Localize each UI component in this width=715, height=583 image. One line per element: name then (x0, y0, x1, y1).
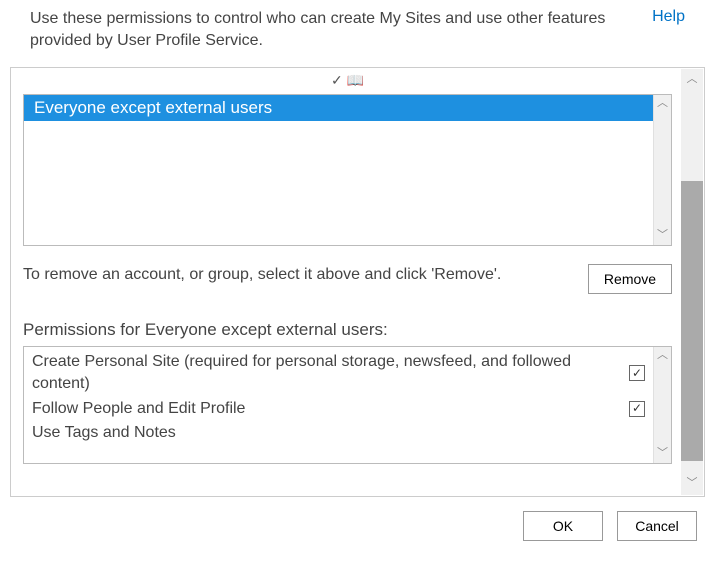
remove-button[interactable]: Remove (588, 264, 672, 294)
listbox-scroll-down-icon[interactable]: ﹀ (654, 227, 671, 245)
people-picker-toolbar: ✓ 📖 (23, 72, 672, 92)
permission-label: Use Tags and Notes (32, 422, 603, 444)
accounts-listbox[interactable]: Everyone except external users ︿ ﹀ (23, 94, 672, 246)
check-names-icon[interactable]: ✓ (331, 72, 343, 88)
account-selected-item[interactable]: Everyone except external users (24, 95, 653, 121)
permission-label: Follow People and Edit Profile (32, 398, 629, 420)
listbox-scroll-up-icon[interactable]: ︿ (654, 95, 671, 113)
permissions-scrollbar[interactable]: ︿ ﹀ (653, 347, 671, 463)
permission-item: Follow People and Edit Profile ✓ (32, 398, 603, 420)
help-link[interactable]: Help (652, 8, 685, 26)
permission-checkbox[interactable]: ✓ (629, 401, 645, 417)
ok-button[interactable]: OK (523, 511, 603, 541)
permission-label: Create Personal Site (required for perso… (32, 351, 629, 396)
permissions-heading: Permissions for Everyone except external… (23, 320, 672, 340)
listbox-scrollbar[interactable]: ︿ ﹀ (653, 95, 671, 245)
permission-item: Use Tags and Notes ✓ (32, 422, 603, 444)
remove-instruction: To remove an account, or group, select i… (23, 264, 568, 286)
cancel-button[interactable]: Cancel (617, 511, 697, 541)
permission-checkbox[interactable]: ✓ (629, 365, 645, 381)
header-description: Use these permissions to control who can… (30, 8, 652, 53)
permission-item: Create Personal Site (required for perso… (32, 351, 603, 396)
browse-directory-icon[interactable]: 📖 (347, 72, 364, 88)
permissions-listbox[interactable]: ︿ ﹀ Create Personal Site (required for p… (23, 346, 672, 464)
permissions-scroll-down-icon[interactable]: ﹀ (654, 445, 671, 463)
permissions-scroll-up-icon[interactable]: ︿ (654, 347, 671, 365)
permissions-pane: ︿ ﹀ ✓ 📖 Everyone except external users ︿… (10, 67, 705, 497)
